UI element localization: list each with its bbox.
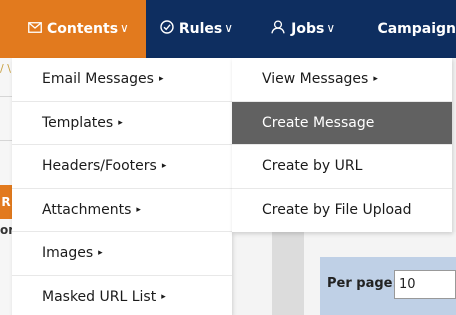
check-circle-icon: [160, 20, 174, 38]
submenu-item-create-by-file-upload[interactable]: Create by File Upload: [232, 189, 452, 233]
menu-item-templates[interactable]: Templates ▸: [12, 102, 232, 145]
caret-right-icon: ▸: [161, 161, 167, 172]
menu-item-label: View Messages: [262, 71, 369, 88]
menu-item-headers-footers[interactable]: Headers/Footers ▸: [12, 145, 232, 189]
menu-item-masked-url-list[interactable]: Masked URL List ▸: [12, 276, 232, 315]
menu-item-label: Templates: [42, 114, 114, 131]
submenu-item-view-messages[interactable]: View Messages ▸: [232, 58, 452, 102]
menu-item-label: Email Messages: [42, 71, 154, 88]
menu-item-images[interactable]: Images ▸: [12, 232, 232, 276]
caret-right-icon: ▸: [373, 74, 378, 85]
panel-gutter: [272, 232, 304, 315]
menu-item-attachments[interactable]: Attachments ▸: [12, 189, 232, 232]
submenu-item-create-message[interactable]: Create Message: [232, 101, 452, 145]
nav-label: Contents: [47, 21, 119, 37]
menu-item-label: Headers/Footers: [42, 158, 157, 175]
menu-item-label: Create by File Upload: [262, 202, 412, 219]
menu-item-label: Attachments: [42, 201, 132, 218]
email-messages-submenu: View Messages ▸ Create Message Create by…: [232, 58, 452, 232]
caret-right-icon: ▸: [158, 74, 164, 85]
chevron-down-icon: ∨: [224, 21, 234, 35]
nav-contents[interactable]: Contents ∨: [0, 0, 146, 58]
nav-label: Campaign: [377, 21, 456, 37]
menu-item-label: Create Message: [262, 114, 375, 131]
nav-label: Rules: [178, 21, 223, 37]
nav-rules[interactable]: Rules ∨: [146, 0, 256, 58]
chevron-down-icon: ∨: [120, 21, 129, 35]
caret-right-icon: ▸: [98, 248, 103, 259]
divider: [0, 96, 12, 97]
menu-item-label: Images: [42, 245, 94, 262]
submenu-item-create-by-url[interactable]: Create by URL: [232, 145, 452, 189]
caret-right-icon: ▸: [136, 204, 141, 215]
breadcrumb: / \: [0, 62, 11, 75]
divider: [0, 140, 12, 141]
menu-item-label: Masked URL List: [42, 289, 157, 306]
per-page-input[interactable]: 10: [394, 270, 456, 299]
contents-dropdown-menu: Email Messages ▸ Templates ▸ Headers/Foo…: [12, 58, 232, 315]
menu-item-label: Create by URL: [262, 158, 363, 175]
per-page-label: Per page:: [327, 276, 398, 291]
action-button[interactable]: R: [0, 185, 12, 219]
person-icon: [271, 20, 286, 38]
caret-right-icon: ▸: [118, 117, 123, 128]
envelope-icon: [28, 21, 42, 37]
nav-campaigns[interactable]: Campaign: [365, 0, 456, 58]
chevron-down-icon: ∨: [326, 21, 336, 35]
top-navbar: Contents ∨ Rules ∨ Jobs ∨ Campaign: [0, 0, 456, 58]
caret-right-icon: ▸: [161, 292, 166, 303]
nav-label: Jobs: [291, 21, 325, 37]
nav-jobs[interactable]: Jobs ∨: [256, 0, 365, 58]
menu-item-email-messages[interactable]: Email Messages ▸: [12, 58, 232, 102]
